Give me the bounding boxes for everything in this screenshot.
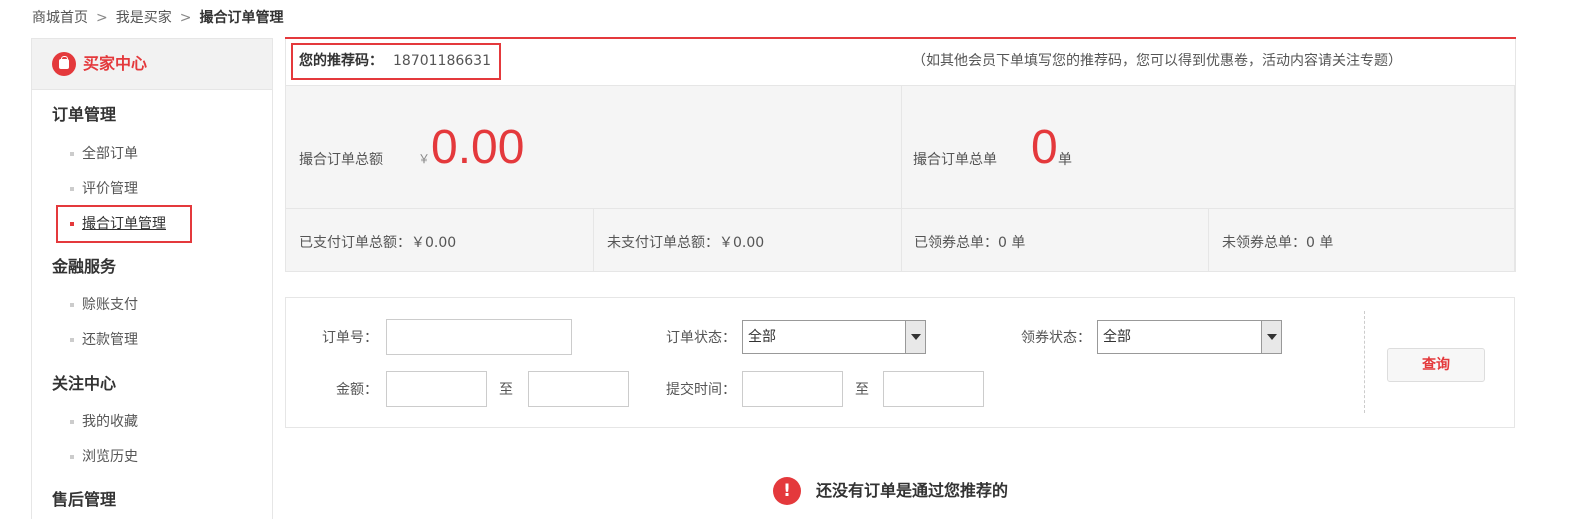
coupon-status-value: 全部 [1103, 329, 1131, 345]
sidebar: 买家中心 订单管理 全部订单 评价管理 撮合订单管理 金融服务 赊账支付 还款管… [31, 38, 273, 519]
divider [286, 208, 1514, 209]
bullet-icon [70, 152, 74, 156]
order-no-label: 订单号： [322, 330, 378, 346]
sidebar-item-reviews[interactable]: 评价管理 [82, 178, 138, 198]
amount-label: 金额： [336, 382, 378, 398]
divider [1208, 208, 1209, 271]
bullet-icon [70, 338, 74, 342]
sidebar-group-order-management: 订单管理 [52, 105, 117, 124]
submit-time-start-input[interactable] [742, 371, 843, 407]
total-amount-label: 撮合订单总额 [299, 152, 383, 168]
yen-icon: ￥ [418, 152, 431, 166]
total-orders-label: 撮合订单总单 [913, 152, 997, 168]
unpaid-amount: 未支付订单总额：￥0.00 [607, 235, 765, 251]
query-button[interactable]: 查询 [1387, 348, 1485, 382]
amount-to-label: 至 [499, 382, 513, 398]
bullet-icon [70, 455, 74, 459]
total-orders-value: 0 [1031, 121, 1058, 174]
total-amount-value: 0.00 [431, 121, 525, 174]
breadcrumb: 商城首页 > 我是买家 > 撮合订单管理 [32, 8, 283, 28]
order-status-select[interactable]: 全部 [742, 320, 926, 354]
stats-grid: 撮合订单总额 ￥ 0.00 撮合订单总单 0 单 已支付订单总额：￥0.00 未… [285, 85, 1515, 272]
breadcrumb-home-link[interactable]: 商城首页 [32, 10, 88, 26]
divider [1364, 311, 1365, 413]
bullet-icon [70, 303, 74, 307]
coupon-status-select[interactable]: 全部 [1097, 320, 1282, 354]
sidebar-item-repayment[interactable]: 还款管理 [82, 329, 138, 349]
active-item-highlight [56, 205, 192, 243]
submit-time-to-label: 至 [855, 382, 869, 398]
bullet-icon [70, 420, 74, 424]
order-no-input[interactable] [386, 319, 572, 355]
sidebar-title: 买家中心 [83, 54, 148, 73]
submit-time-label: 提交时间： [666, 382, 736, 398]
sidebar-header: 买家中心 [32, 39, 272, 90]
breadcrumb-separator-icon: > [179, 10, 192, 26]
chevron-down-icon[interactable] [905, 321, 925, 353]
submit-time-end-input[interactable] [883, 371, 984, 407]
referral-code: 18701186631 [393, 53, 491, 69]
total-orders-unit: 单 [1058, 152, 1072, 168]
sidebar-group-follow-center: 关注中心 [52, 374, 117, 393]
coupon-status-label: 领券状态： [1021, 330, 1091, 346]
divider [593, 208, 594, 271]
divider [901, 86, 902, 271]
claimed-coupons: 已领券总单：0 单 [914, 235, 1026, 251]
breadcrumb-buyer-link[interactable]: 我是买家 [116, 10, 172, 26]
amount-max-input[interactable] [528, 371, 629, 407]
empty-message: 还没有订单是通过您推荐的 [816, 481, 1009, 500]
sidebar-item-favorites[interactable]: 我的收藏 [82, 411, 138, 431]
paid-amount: 已支付订单总额：￥0.00 [299, 235, 457, 251]
sidebar-item-history[interactable]: 浏览历史 [82, 446, 138, 466]
unclaimed-coupons: 未领券总单：0 单 [1222, 235, 1334, 251]
order-status-label: 订单状态： [666, 330, 736, 346]
search-form [285, 297, 1515, 428]
order-status-value: 全部 [748, 329, 776, 345]
alert-icon: ! [773, 477, 801, 505]
sidebar-item-all-orders[interactable]: 全部订单 [82, 143, 138, 163]
sidebar-group-finance: 金融服务 [52, 257, 117, 276]
bullet-icon [70, 187, 74, 191]
breadcrumb-separator-icon: > [96, 10, 108, 26]
sidebar-group-after-sales: 售后管理 [52, 490, 117, 509]
amount-min-input[interactable] [386, 371, 487, 407]
shopping-bag-icon [52, 52, 76, 76]
sidebar-item-credit-payment[interactable]: 赊账支付 [82, 294, 138, 314]
referral-label: 您的推荐码： [299, 53, 383, 69]
referral-note: （如其他会员下单填写您的推荐码，您可以得到优惠卷，活动内容请关注专题） [912, 53, 1402, 69]
chevron-down-icon[interactable] [1261, 321, 1281, 353]
breadcrumb-current: 撮合订单管理 [199, 10, 284, 26]
